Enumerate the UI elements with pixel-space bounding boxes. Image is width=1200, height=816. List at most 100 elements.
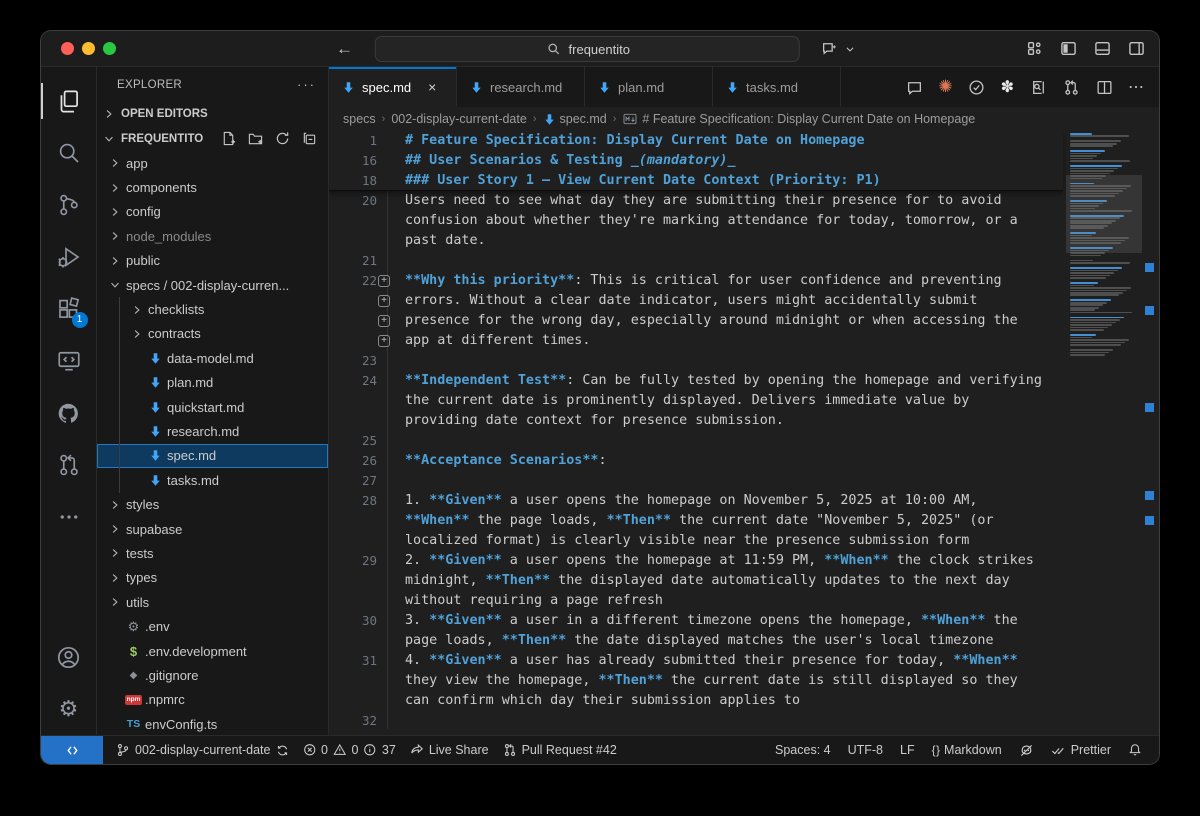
tree-item-data-model-md[interactable]: data-model.md — [97, 346, 328, 370]
tree-item-research-md[interactable]: research.md — [97, 419, 328, 443]
formatter-status[interactable]: Prettier — [1046, 736, 1116, 764]
customize-layout-icon[interactable] — [1025, 40, 1043, 58]
code-line[interactable]: +errors. Without a clear date indicator,… — [329, 291, 1063, 311]
minimap[interactable] — [1066, 131, 1142, 735]
breadcrumb-item[interactable]: 002-display-current-date — [391, 112, 527, 126]
gutter-plus-icon[interactable]: + — [378, 335, 390, 347]
activity-bar-item-github[interactable] — [41, 387, 97, 439]
gutter-plus-icon[interactable]: + — [378, 275, 390, 287]
activity-bar-item-remote-explorer[interactable] — [41, 335, 97, 387]
git-compare-icon[interactable] — [1062, 78, 1080, 96]
code-line[interactable]: 20Users need to see what day they are su… — [329, 191, 1063, 211]
tree-item-specs-002-display-curren-[interactable]: specs / 002-display-curren... — [97, 273, 328, 297]
tree-item-tasks-md[interactable]: tasks.md — [97, 468, 328, 492]
tree-item--env-development[interactable]: $.env.development — [97, 639, 328, 663]
openai-icon[interactable]: ✽ — [1001, 77, 1014, 97]
code-line[interactable]: 27 — [329, 471, 1063, 491]
code-line[interactable]: past date. — [329, 231, 1063, 251]
overview-ruler[interactable] — [1142, 131, 1159, 735]
activity-bar-item-run-debug[interactable] — [41, 231, 97, 283]
copilot-status[interactable] — [1014, 736, 1039, 764]
eol-status[interactable]: LF — [895, 736, 920, 764]
collapse-folders-icon[interactable] — [300, 130, 318, 148]
code-line[interactable]: 26**Acceptance Scenarios**: — [329, 451, 1063, 471]
activity-bar-item-settings[interactable]: ⚙ — [41, 683, 97, 735]
breadcrumb-item[interactable]: spec.md — [543, 110, 607, 128]
indentation-status[interactable]: Spaces: 4 — [770, 736, 836, 764]
minimap-slider[interactable] — [1066, 175, 1142, 253]
editor[interactable]: 1# Feature Specification: Display Curren… — [329, 131, 1159, 735]
git-branch-status[interactable]: 002-display-current-date — [111, 736, 294, 764]
new-folder-icon[interactable] — [246, 130, 264, 148]
tree-item--gitignore[interactable]: ◆.gitignore — [97, 663, 328, 687]
code-line[interactable]: 281. **Given** a user opens the homepage… — [329, 491, 1063, 511]
tree-item-supabase[interactable]: supabase — [97, 517, 328, 541]
check-circle-icon[interactable] — [968, 78, 986, 96]
code-line[interactable]: 21 — [329, 251, 1063, 271]
code-line[interactable]: can confirm which day their submission a… — [329, 691, 1063, 711]
tab-spec-md[interactable]: spec.md× — [329, 67, 457, 107]
code-line[interactable]: 16## User Scenarios & Testing _(mandator… — [329, 151, 1063, 171]
open-preview-icon[interactable] — [1029, 78, 1047, 96]
tree-item-plan-md[interactable]: plan.md — [97, 371, 328, 395]
tree-item--npmrc[interactable]: npm.npmrc — [97, 688, 328, 712]
tree-item--env[interactable]: ⚙.env — [97, 614, 328, 638]
breadcrumb-item[interactable]: # Feature Specification: Display Current… — [622, 110, 975, 128]
project-section-header[interactable]: FREQUENTITO — [97, 126, 328, 151]
toggle-primary-sidebar-icon[interactable] — [1059, 40, 1077, 58]
code-line[interactable]: +app at different times. — [329, 331, 1063, 351]
problems-status[interactable]: 0 0 37 — [298, 736, 401, 764]
toggle-secondary-sidebar-icon[interactable] — [1127, 40, 1145, 58]
tree-item-envconfig-ts[interactable]: TSenvConfig.ts — [97, 712, 328, 735]
tree-item-checklists[interactable]: checklists — [97, 297, 328, 321]
sticky-scroll[interactable]: 1# Feature Specification: Display Curren… — [329, 131, 1063, 191]
gutter-plus-icon[interactable]: + — [378, 295, 390, 307]
open-editors-section[interactable]: OPEN EDITORS — [97, 102, 328, 126]
command-center-search[interactable]: frequentito — [375, 36, 800, 62]
gutter-plus-icon[interactable]: + — [378, 315, 390, 327]
more-actions-icon[interactable]: ⋯ — [1128, 77, 1145, 97]
activity-bar-item-account[interactable] — [41, 631, 97, 683]
code-line[interactable]: 314. **Given** a user has already submit… — [329, 651, 1063, 671]
code-line[interactable]: 292. **Given** a user opens the homepage… — [329, 551, 1063, 571]
tree-item-config[interactable]: config — [97, 200, 328, 224]
code-content[interactable]: 20Users need to see what day they are su… — [329, 191, 1063, 735]
code-line[interactable]: page loads, **Then** the date displayed … — [329, 631, 1063, 651]
code-line[interactable]: midnight, **Then** the displayed date au… — [329, 571, 1063, 591]
close-window-button[interactable] — [61, 42, 74, 55]
tree-item-utils[interactable]: utils — [97, 590, 328, 614]
tab-research-md[interactable]: research.md — [457, 67, 585, 107]
code-line[interactable]: 18### User Story 1 – View Current Date C… — [329, 171, 1063, 191]
language-mode-status[interactable]: { } Markdown — [927, 736, 1007, 764]
code-line[interactable]: 303. **Given** a user in a different tim… — [329, 611, 1063, 631]
tree-item-contracts[interactable]: contracts — [97, 322, 328, 346]
pull-request-status[interactable]: Pull Request #42 — [498, 736, 622, 764]
tab-tasks-md[interactable]: tasks.md — [713, 67, 841, 107]
refresh-explorer-icon[interactable] — [273, 130, 291, 148]
claude-icon[interactable]: ✺ — [938, 77, 952, 97]
code-line[interactable]: the current date is prominently displaye… — [329, 391, 1063, 411]
chevron-down-icon[interactable] — [841, 40, 859, 58]
code-line[interactable]: without requiring a page refresh — [329, 591, 1063, 611]
split-editor-icon[interactable] — [1095, 78, 1113, 96]
activity-bar-item-source-control[interactable] — [41, 179, 97, 231]
copilot-chat-icon[interactable] — [820, 40, 838, 58]
encoding-status[interactable]: UTF-8 — [843, 736, 888, 764]
breadcrumb-item[interactable]: specs — [343, 112, 376, 126]
code-line[interactable]: +presence for the wrong day, especially … — [329, 311, 1063, 331]
code-line[interactable]: 32 — [329, 711, 1063, 731]
tree-item-quickstart-md[interactable]: quickstart.md — [97, 395, 328, 419]
code-line[interactable]: they view the homepage, **Then** the cur… — [329, 671, 1063, 691]
live-share-status[interactable]: Live Share — [405, 736, 494, 764]
tree-item-app[interactable]: app — [97, 151, 328, 175]
tree-item-node-modules[interactable]: node_modules — [97, 224, 328, 248]
code-line[interactable]: 23 — [329, 351, 1063, 371]
zoom-window-button[interactable] — [103, 42, 116, 55]
navigate-back-button[interactable]: ← — [336, 39, 353, 59]
tree-item-types[interactable]: types — [97, 566, 328, 590]
activity-bar-item-pull-requests[interactable] — [41, 439, 97, 491]
tree-item-styles[interactable]: styles — [97, 492, 328, 516]
tree-item-tests[interactable]: tests — [97, 541, 328, 565]
sidebar-more-actions-icon[interactable]: ··· — [297, 77, 316, 92]
code-line[interactable]: providing date context for presence subm… — [329, 411, 1063, 431]
